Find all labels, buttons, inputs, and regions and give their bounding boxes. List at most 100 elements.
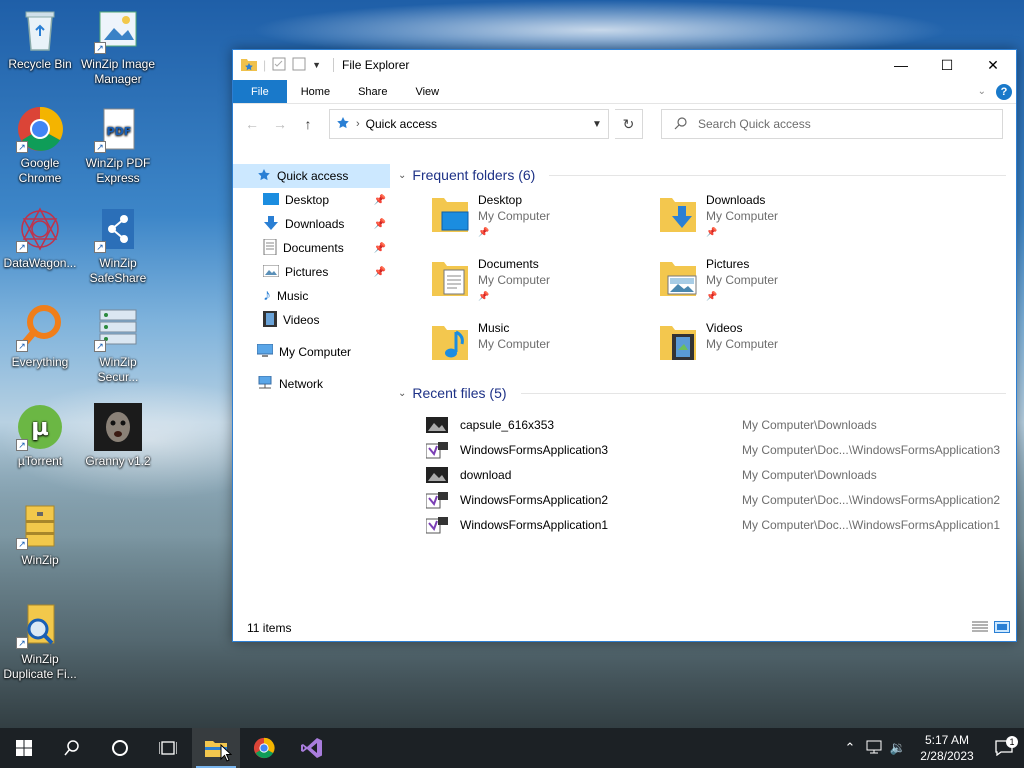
volume-icon[interactable]: 🔉 bbox=[886, 740, 910, 756]
action-center-button[interactable]: 1 bbox=[984, 736, 1024, 756]
pin-icon[interactable]: 📌 bbox=[374, 243, 386, 254]
computer-icon bbox=[256, 343, 274, 361]
help-button[interactable]: ? bbox=[996, 83, 1012, 100]
sidebar-item-desktop[interactable]: Desktop 📌 bbox=[233, 188, 390, 212]
taskbar-file-explorer[interactable] bbox=[192, 728, 240, 768]
properties-icon[interactable] bbox=[272, 57, 286, 74]
expand-ribbon-chevron-icon[interactable]: ⌄ bbox=[978, 86, 986, 97]
shortcut-arrow-icon: ↗ bbox=[16, 439, 28, 451]
desktop-icon-recycle-bin[interactable]: Recycle Bin bbox=[0, 6, 80, 72]
sidebar-item-documents[interactable]: Documents 📌 bbox=[233, 236, 390, 260]
desktop-icon-google-chrome[interactable]: ↗ Google Chrome bbox=[0, 105, 80, 186]
toolbar-separator: | bbox=[263, 58, 267, 72]
shortcut-arrow-icon: ↗ bbox=[16, 340, 28, 352]
sidebar-item-label: Documents bbox=[283, 241, 344, 255]
desktop-icon-winzip[interactable]: ↗ WinZip bbox=[0, 502, 80, 568]
sidebar-item-pictures[interactable]: Pictures 📌 bbox=[233, 260, 390, 284]
shortcut-arrow-icon: ↗ bbox=[16, 538, 28, 550]
downloads-folder-icon bbox=[658, 192, 698, 236]
recent-file-row[interactable]: download My Computer\Downloads bbox=[426, 462, 1016, 487]
desktop-icon-winzip-image-manager[interactable]: ↗ WinZip Image Manager bbox=[78, 6, 158, 87]
utorrent-icon: µ ↗ bbox=[16, 403, 64, 451]
desktop-folder-icon bbox=[430, 192, 470, 236]
file-path: My Computer\Downloads bbox=[742, 467, 877, 482]
tab-view[interactable]: View bbox=[401, 80, 453, 103]
frequent-folder-desktop[interactable]: Desktop My Computer 📌 bbox=[430, 192, 658, 242]
visual-studio-solution-icon bbox=[425, 441, 448, 458]
desktop-icon-winzip-pdf-express[interactable]: PDF ↗ WinZip PDF Express bbox=[78, 105, 158, 186]
view-switcher bbox=[972, 620, 1016, 636]
sidebar-item-network[interactable]: Network bbox=[233, 372, 390, 396]
folder-name: Downloads bbox=[706, 193, 766, 207]
address-history-chevron-icon[interactable]: ▼ bbox=[586, 119, 608, 130]
sidebar-item-downloads[interactable]: Downloads 📌 bbox=[233, 212, 390, 236]
clock[interactable]: 5:17 AM 2/28/2023 bbox=[910, 732, 984, 764]
forward-arrow-icon[interactable]: → bbox=[269, 116, 291, 132]
minimize-button[interactable]: — bbox=[878, 50, 924, 80]
customize-toolbar-chevron-icon[interactable]: ▼ bbox=[312, 60, 321, 70]
large-icons-view-icon[interactable] bbox=[994, 620, 1010, 636]
up-arrow-icon[interactable]: ↑ bbox=[297, 116, 319, 132]
desktop-icon-winzip-duplicate-finder[interactable]: ↗ WinZip Duplicate Fi... bbox=[0, 601, 80, 682]
collapse-chevron-icon[interactable]: ⌄ bbox=[398, 170, 406, 181]
sidebar-item-music[interactable]: ♪ Music bbox=[233, 284, 390, 308]
address-location[interactable]: Quick access bbox=[366, 117, 437, 131]
frequent-folder-videos[interactable]: Videos My Computer bbox=[658, 320, 886, 370]
start-button[interactable] bbox=[0, 728, 48, 768]
desktop-icon-utorrent[interactable]: µ ↗ µTorrent bbox=[0, 403, 80, 469]
recent-files-header[interactable]: ⌄ Recent files (5) bbox=[398, 380, 1016, 406]
details-view-icon[interactable] bbox=[972, 621, 988, 636]
frequent-folder-downloads[interactable]: Downloads My Computer 📌 bbox=[658, 192, 886, 242]
taskbar-google-chrome[interactable] bbox=[240, 728, 288, 768]
desktop-icon-winzip-safeshare[interactable]: ↗ WinZip SafeShare bbox=[78, 205, 158, 286]
tab-home[interactable]: Home bbox=[287, 80, 344, 103]
frequent-folders-header[interactable]: ⌄ Frequent folders (6) bbox=[398, 162, 1016, 188]
search-button[interactable] bbox=[48, 728, 96, 768]
pin-icon[interactable]: 📌 bbox=[374, 219, 386, 230]
recent-file-row[interactable]: WindowsFormsApplication1 My Computer\Doc… bbox=[425, 512, 1016, 537]
file-path: My Computer\Downloads bbox=[742, 417, 877, 432]
new-folder-icon[interactable] bbox=[292, 57, 306, 74]
sidebar-item-videos[interactable]: Videos bbox=[233, 308, 390, 332]
refresh-button[interactable]: ↻ bbox=[615, 109, 643, 139]
desktop-icon-granny[interactable]: Granny v1.2 bbox=[78, 403, 158, 469]
sidebar-item-label: Videos bbox=[283, 313, 320, 327]
winzip-secure-icon: ↗ bbox=[94, 304, 142, 352]
pin-icon[interactable]: 📌 bbox=[374, 267, 386, 278]
frequent-folder-pictures[interactable]: Pictures My Computer 📌 bbox=[658, 256, 886, 306]
search-icon bbox=[674, 116, 688, 133]
cortana-button[interactable] bbox=[96, 728, 144, 768]
collapse-chevron-icon[interactable]: ⌄ bbox=[398, 388, 406, 399]
taskbar-visual-studio[interactable] bbox=[288, 728, 336, 768]
desktop-icon-datawagon[interactable]: ↗ DataWagon... bbox=[0, 205, 80, 271]
music-note-icon: ♪ bbox=[263, 287, 271, 304]
maximize-button[interactable]: ☐ bbox=[924, 50, 970, 80]
recent-file-row[interactable]: capsule_616x353 My Computer\Downloads bbox=[426, 412, 1016, 437]
tab-file[interactable]: File bbox=[233, 80, 287, 103]
recent-file-row[interactable]: WindowsFormsApplication3 My Computer\Doc… bbox=[425, 437, 1016, 462]
recent-file-row[interactable]: WindowsFormsApplication2 My Computer\Doc… bbox=[425, 487, 1016, 512]
file-name: WindowsFormsApplication3 bbox=[460, 442, 609, 457]
file-name: capsule_616x353 bbox=[460, 417, 555, 432]
pin-icon[interactable]: 📌 bbox=[374, 195, 386, 206]
search-icon bbox=[64, 740, 79, 756]
desktop-icon bbox=[263, 192, 279, 208]
breadcrumb-chevron-icon[interactable]: › bbox=[356, 118, 360, 130]
search-box[interactable]: Search Quick access bbox=[661, 109, 1003, 139]
tab-share[interactable]: Share bbox=[344, 80, 401, 103]
show-hidden-icons-chevron-icon[interactable]: ⌃ bbox=[838, 740, 862, 756]
desktop-icon-everything[interactable]: ↗ Everything bbox=[0, 304, 80, 370]
sidebar-item-my-computer[interactable]: My Computer bbox=[233, 340, 390, 364]
frequent-folder-music[interactable]: Music My Computer bbox=[430, 320, 658, 370]
network-icon[interactable] bbox=[862, 740, 886, 757]
task-view-button[interactable] bbox=[144, 728, 192, 768]
back-arrow-icon[interactable]: ← bbox=[241, 116, 263, 132]
close-button[interactable]: ✕ bbox=[970, 50, 1016, 80]
sidebar-item-quick-access[interactable]: Quick access bbox=[233, 164, 390, 188]
frequent-folder-documents[interactable]: Documents My Computer 📌 bbox=[430, 256, 658, 306]
title-bar[interactable]: | ▼ File Explorer — ☐ ✕ bbox=[233, 50, 1016, 80]
shortcut-arrow-icon: ↗ bbox=[16, 241, 28, 253]
address-bar[interactable]: › Quick access ▼ bbox=[329, 109, 609, 139]
desktop-icon-winzip-secure[interactable]: ↗ WinZip Secur... bbox=[78, 304, 158, 385]
